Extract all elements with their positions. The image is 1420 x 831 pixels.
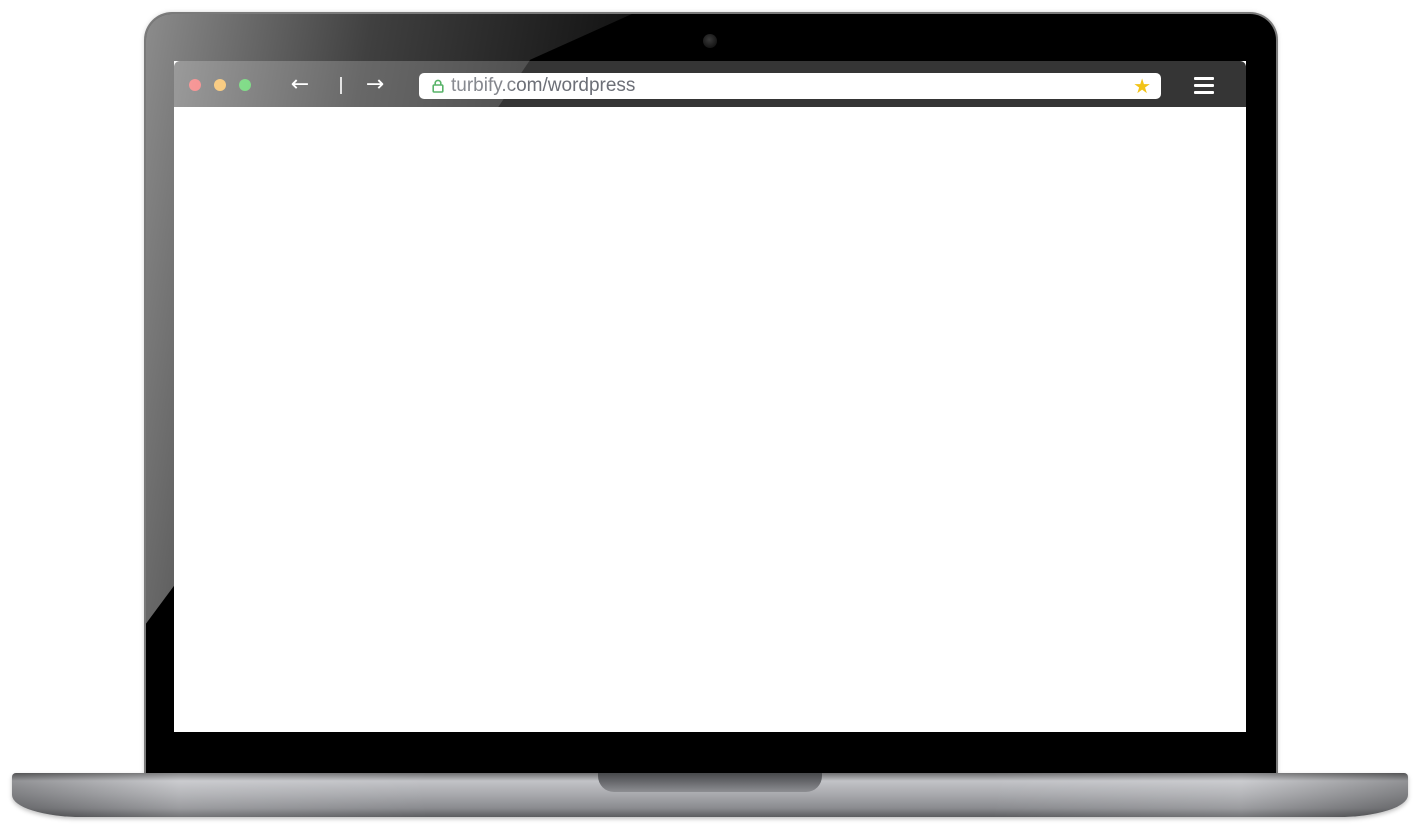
webcam-icon [703,34,717,48]
window-minimize-button[interactable] [214,79,226,91]
address-bar[interactable]: turbify.com/wordpress ★ [419,73,1161,99]
menu-line [1194,77,1214,80]
laptop-mockup: ← → turbify.com/wordpress ★ [0,0,1420,831]
laptop-base [12,773,1408,817]
window-close-button[interactable] [189,79,201,91]
page-content-area [174,107,1246,732]
bookmark-star-icon[interactable]: ★ [1133,75,1151,97]
browser-toolbar: ← → turbify.com/wordpress ★ [174,61,1246,107]
menu-line [1194,84,1214,87]
lid-opening-notch [598,773,822,792]
forward-arrow-icon[interactable]: → [362,73,388,97]
menu-line [1194,91,1214,94]
laptop-screen: ← → turbify.com/wordpress ★ [174,61,1246,732]
back-arrow-icon[interactable]: ← [287,73,313,97]
hamburger-menu-icon[interactable] [1194,76,1216,94]
window-maximize-button[interactable] [239,79,251,91]
lock-icon [432,79,444,93]
url-text[interactable]: turbify.com/wordpress [451,73,635,99]
nav-divider [340,77,342,94]
laptop-lid: ← → turbify.com/wordpress ★ [146,14,1276,776]
